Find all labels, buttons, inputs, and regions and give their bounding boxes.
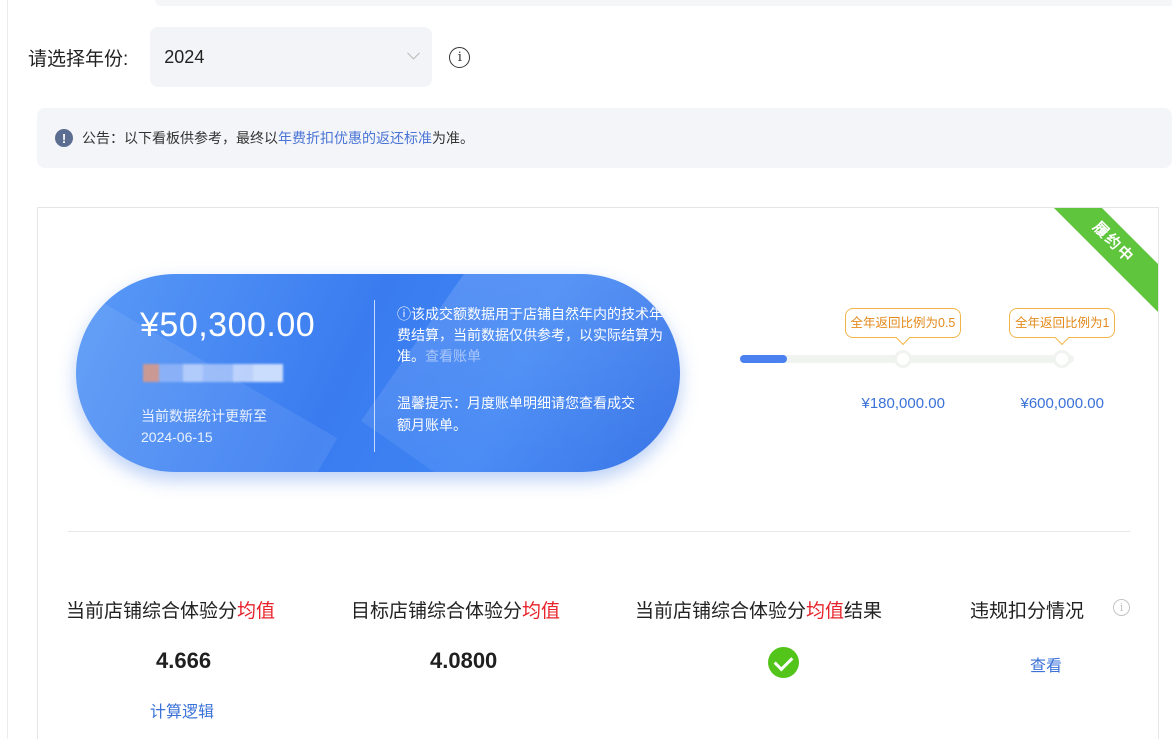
- amount-note: ⓘ该成交额数据用于店铺自然年内的技术年费结算，当前数据仅供参考，以实际结算为准。…: [397, 304, 667, 367]
- score-result-title-text: 当前店铺综合体验分: [635, 601, 807, 622]
- current-score-title-text: 当前店铺综合体验分: [66, 601, 238, 622]
- target-score-title: 目标店铺综合体验分均值: [351, 596, 560, 623]
- update-info: 当前数据统计更新至 2024-06-15: [141, 406, 267, 448]
- exclamation-circle-icon: !: [55, 129, 73, 147]
- summary-pill: ¥50,300.00 当前数据统计更新至 2024-06-15 ⓘ该成交额数据用…: [76, 274, 680, 472]
- year-label: 请选择年份:: [28, 48, 129, 70]
- check-circle-icon: [768, 647, 799, 678]
- score-result-title: 当前店铺综合体验分均值结果: [635, 596, 882, 623]
- update-line: 当前数据统计更新至: [141, 408, 267, 424]
- current-score-title-highlight: 均值: [237, 601, 276, 622]
- violations-title: 违规扣分情况: [970, 601, 1085, 622]
- masked-text: [143, 364, 283, 382]
- left-divider: [7, 0, 8, 739]
- target-score-value: 4.0800: [430, 648, 498, 673]
- year-filter: 请选择年份: 2024 i: [28, 27, 471, 87]
- update-date: 2024-06-15: [141, 429, 213, 445]
- view-bill-link[interactable]: 查看账单: [425, 348, 481, 364]
- info-circle-icon[interactable]: i: [449, 46, 471, 68]
- transaction-amount: ¥50,300.00: [140, 306, 316, 344]
- milestone-amount: ¥600,000.00: [1020, 395, 1104, 412]
- year-select[interactable]: 2024: [150, 27, 433, 87]
- calculation-logic-link[interactable]: 计算逻辑: [150, 698, 214, 722]
- contract-card: 履约中 ¥50,300.00 当前数据统计更新至 2024-06-15 ⓘ该成交…: [37, 207, 1159, 739]
- view-violations-link[interactable]: 查看: [1030, 652, 1062, 676]
- notice-banner: ! 公告：以下看板供参考，最终以 年费折扣优惠的返还标准 为准。: [37, 108, 1172, 168]
- monthly-bill-tip: 温馨提示：月度账单明细请您查看成交额月账单。: [397, 395, 635, 433]
- notice-suffix: 为准。: [432, 130, 474, 146]
- pill-divider: [374, 300, 375, 452]
- score-result-title-suffix: 结果: [844, 601, 883, 622]
- year-select-value: 2024: [164, 46, 205, 67]
- milestone-node: [1053, 350, 1071, 368]
- score-result-title-highlight: 均值: [806, 601, 845, 622]
- section-divider: [68, 531, 1130, 532]
- milestone-node: [894, 350, 912, 368]
- milestone-amount: ¥180,000.00: [861, 395, 945, 412]
- info-circle-icon[interactable]: i: [1113, 599, 1130, 616]
- milestone-tag: 全年返回比例为0.5: [844, 308, 962, 338]
- target-score-title-text: 目标店铺综合体验分: [351, 601, 523, 622]
- top-bar-remnant: [155, 0, 1172, 6]
- notice-link[interactable]: 年费折扣优惠的返还标准: [278, 128, 432, 148]
- current-score-title: 当前店铺综合体验分均值: [66, 596, 275, 623]
- notice-prefix: 公告：以下看板供参考，最终以: [82, 130, 278, 146]
- progress-fill: [740, 355, 787, 363]
- milestone-tag: 全年返回比例为1: [1009, 308, 1116, 338]
- target-score-title-highlight: 均值: [522, 601, 561, 622]
- chevron-down-icon: [407, 46, 421, 60]
- current-score-value: 4.666: [156, 648, 212, 673]
